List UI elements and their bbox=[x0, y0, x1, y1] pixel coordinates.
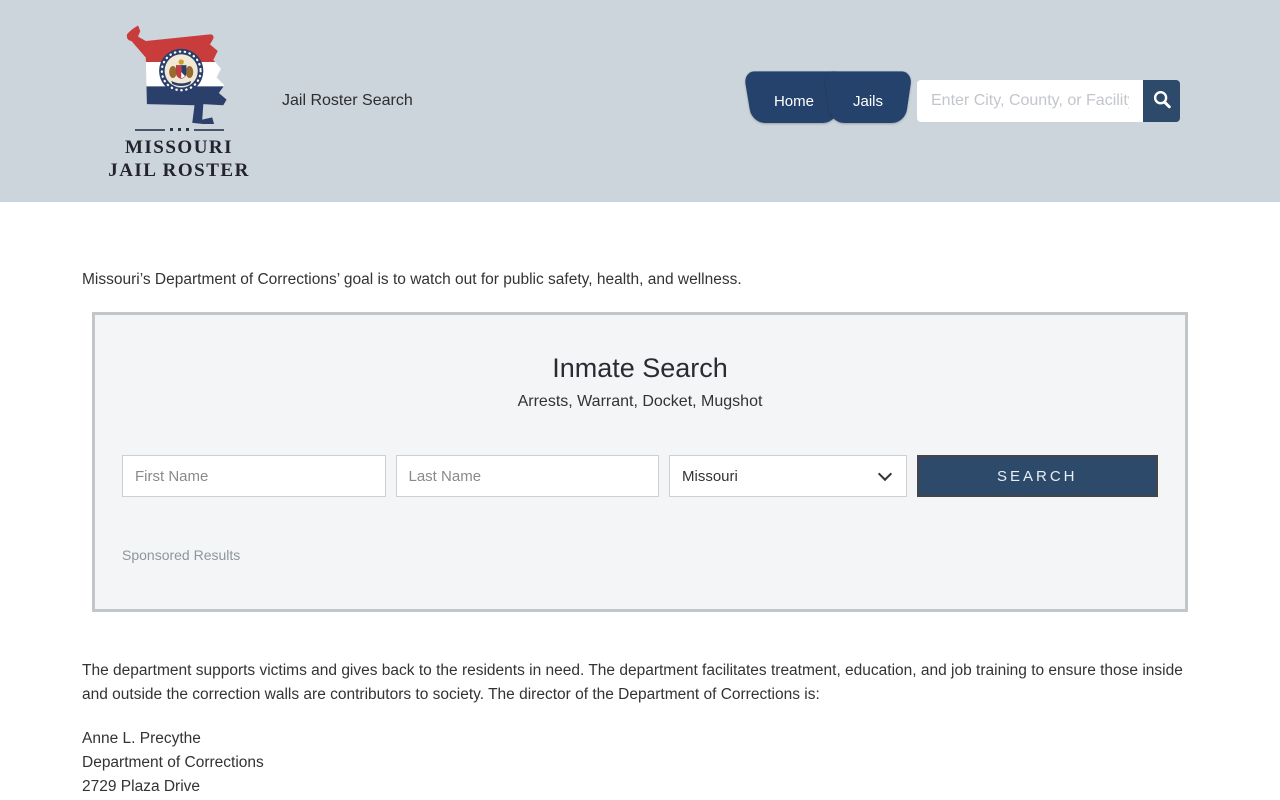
inmate-search-form: Missouri SEARCH bbox=[122, 455, 1158, 497]
state-select[interactable]: Missouri bbox=[669, 455, 907, 497]
inmate-search-button[interactable]: SEARCH bbox=[917, 455, 1159, 497]
logo-divider bbox=[135, 128, 224, 131]
body-paragraph: The department supports victims and give… bbox=[82, 659, 1198, 707]
logo-text-line2: JAIL ROSTER bbox=[108, 159, 250, 182]
page: MISSOURI JAIL ROSTER Jail Roster Search … bbox=[0, 0, 1280, 800]
inmate-search-subtitle: Arrests, Warrant, Docket, Mugshot bbox=[122, 393, 1158, 411]
state-select-wrapper: Missouri bbox=[669, 455, 907, 497]
logo-text-line1: MISSOURI bbox=[125, 136, 233, 159]
site-logo[interactable]: MISSOURI JAIL ROSTER bbox=[120, 20, 238, 182]
nav-tab-jails[interactable]: Jails bbox=[831, 80, 905, 123]
page-title: Jail Roster Search bbox=[282, 92, 413, 110]
contact-block: Anne L. Precythe Department of Correctio… bbox=[82, 727, 1198, 800]
inmate-search-panel: Inmate Search Arrests, Warrant, Docket, … bbox=[92, 312, 1188, 612]
search-icon bbox=[1151, 89, 1173, 114]
facility-search-input[interactable] bbox=[917, 80, 1143, 122]
contact-department: Department of Corrections bbox=[82, 751, 1198, 775]
sponsored-results-label: Sponsored Results bbox=[122, 547, 1158, 563]
intro-paragraph: Missouri’s Department of Corrections’ go… bbox=[82, 268, 1198, 292]
first-name-input[interactable] bbox=[122, 455, 386, 497]
contact-director-name: Anne L. Precythe bbox=[82, 727, 1198, 751]
nav-tab-home[interactable]: Home bbox=[752, 80, 836, 123]
missouri-state-flag-icon bbox=[123, 20, 235, 124]
main-nav: Home Jails bbox=[752, 80, 905, 123]
main-content: Missouri’s Department of Corrections’ go… bbox=[82, 268, 1198, 800]
facility-search bbox=[917, 80, 1180, 122]
header: MISSOURI JAIL ROSTER Jail Roster Search … bbox=[0, 0, 1280, 202]
contact-street: 2729 Plaza Drive bbox=[82, 775, 1198, 799]
last-name-input[interactable] bbox=[396, 455, 660, 497]
facility-search-button[interactable] bbox=[1143, 80, 1180, 122]
inmate-search-title: Inmate Search bbox=[122, 353, 1158, 384]
